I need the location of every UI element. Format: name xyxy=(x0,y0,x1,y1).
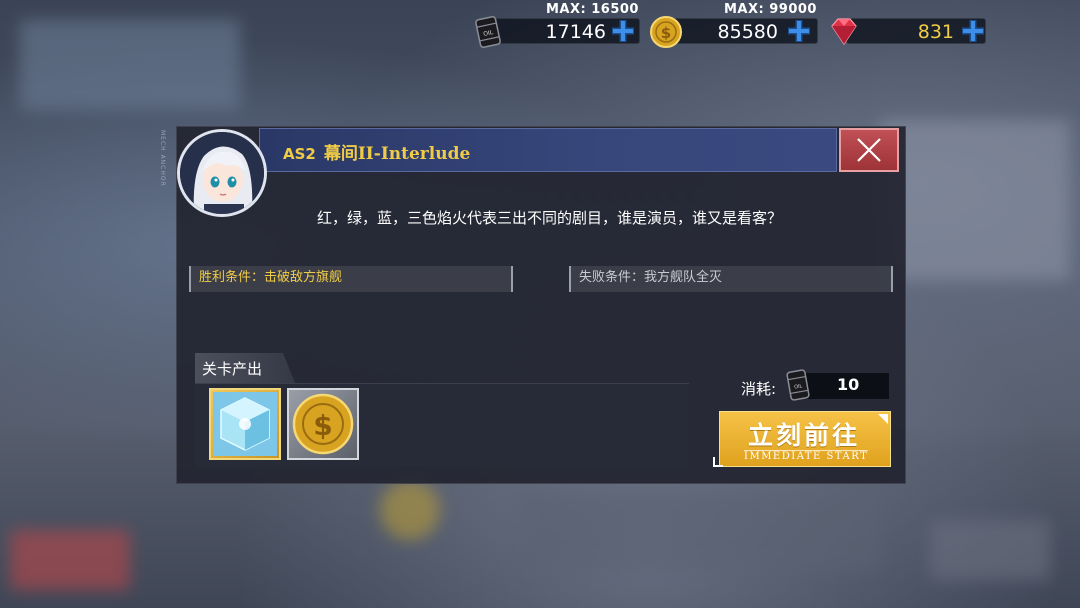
cost-value: 10 xyxy=(837,375,860,394)
gold-resource: $ MAX: 99000 85580 xyxy=(648,2,824,54)
cube-icon xyxy=(213,392,277,456)
oil-barrel-icon: OIL xyxy=(475,16,501,48)
coin-icon: $ xyxy=(292,393,354,455)
cost-label: 消耗: xyxy=(741,380,777,398)
avatar xyxy=(177,129,267,217)
stage-dialog: AS2 幕间II-Interlude 红，绿，蓝，三色焰火代表三出不同的剧目，谁是… xyxy=(176,126,906,484)
gold-add-button[interactable] xyxy=(784,16,814,46)
start-button-sublabel: IMMEDIATE START xyxy=(744,450,869,462)
start-button-label: 立刻前往 xyxy=(748,421,861,450)
drops-title: 关卡产出 xyxy=(202,360,263,378)
oil-barrel-icon: OIL xyxy=(786,369,810,401)
gem-icon xyxy=(831,18,857,46)
side-decor-label: MECH ANCHOR xyxy=(159,130,166,187)
oil-add-button[interactable] xyxy=(608,16,638,46)
svg-text:$: $ xyxy=(661,24,671,42)
plus-icon xyxy=(788,20,810,42)
background-blur xyxy=(380,480,440,540)
lose-condition: 失败条件：我方舰队全灭 xyxy=(569,266,893,292)
background-blur xyxy=(930,520,1050,580)
gem-value: 831 xyxy=(917,21,954,43)
stage-title: AS2 幕间II-Interlude xyxy=(283,139,470,164)
background-blur xyxy=(520,490,880,570)
drop-item-coin[interactable]: $ xyxy=(287,388,359,460)
gem-add-button[interactable] xyxy=(958,16,988,46)
stage-description: 红，绿，蓝，三色焰火代表三出不同的剧目，谁是演员，谁又是看客？ xyxy=(317,209,783,227)
stage-code: AS2 xyxy=(283,145,316,163)
immediate-start-button[interactable]: 立刻前往 IMMEDIATE START xyxy=(719,411,891,467)
character-portrait-icon xyxy=(180,132,264,214)
drop-item-cube[interactable] xyxy=(209,388,281,460)
gem-resource: 831 xyxy=(826,8,996,54)
background-blur xyxy=(20,20,240,110)
svg-text:$: $ xyxy=(313,409,332,442)
background-blur xyxy=(880,120,1070,280)
plus-icon xyxy=(962,20,984,42)
oil-max-label: MAX: 16500 xyxy=(546,2,639,17)
gold-value: 85580 xyxy=(717,21,778,43)
gold-max-label: MAX: 99000 xyxy=(724,2,817,17)
corner-arrow-icon xyxy=(878,414,888,424)
corner-bracket xyxy=(713,457,723,467)
gold-coin-icon: $ xyxy=(650,16,682,48)
stage-name: 幕间II-Interlude xyxy=(323,144,471,164)
oil-resource: OIL MAX: 16500 17146 xyxy=(470,2,645,54)
oil-value: 17146 xyxy=(545,21,606,43)
win-condition: 胜利条件：击破敌方旗舰 xyxy=(189,266,513,292)
close-icon xyxy=(857,138,881,162)
background-blur xyxy=(10,530,130,590)
close-button[interactable] xyxy=(839,128,899,172)
plus-icon xyxy=(612,20,634,42)
